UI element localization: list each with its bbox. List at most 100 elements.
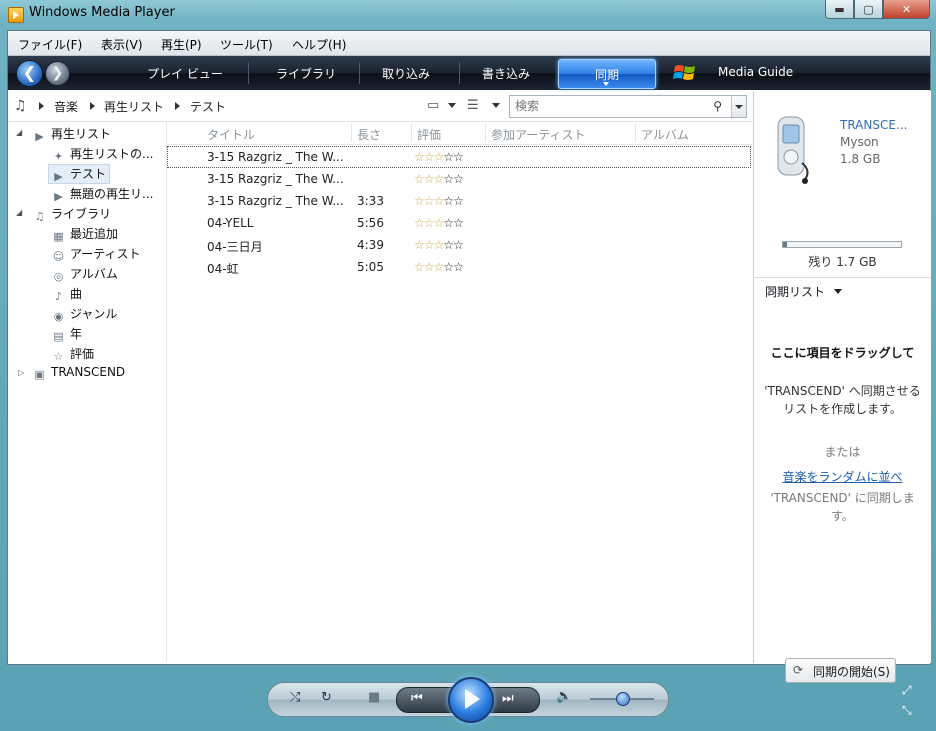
tree-library-year[interactable]: ▤ 年 bbox=[52, 325, 82, 343]
minimize-button[interactable]: ▬ bbox=[825, 0, 854, 19]
device-name[interactable]: TRANSCE... bbox=[840, 118, 907, 132]
layout-options-icon[interactable]: ▭ bbox=[427, 98, 439, 113]
star-icon[interactable]: ☆ bbox=[453, 172, 464, 186]
rating-stars[interactable]: ☆☆☆☆☆ bbox=[414, 260, 464, 274]
tree-library-rating[interactable]: ☆ 評価 bbox=[52, 345, 94, 363]
chevron-down-icon[interactable] bbox=[492, 103, 500, 108]
star-icon[interactable]: ☆ bbox=[443, 238, 454, 252]
switch-to-now-playing-icon[interactable]: ⤢ bbox=[902, 683, 912, 698]
collapse-arrow-icon[interactable]: ◢ bbox=[16, 208, 22, 217]
star-icon[interactable]: ☆ bbox=[424, 238, 435, 252]
expand-arrow-icon[interactable]: ▷ bbox=[18, 368, 24, 377]
column-contributing-artist[interactable]: 参加アーティスト bbox=[491, 126, 586, 143]
table-row[interactable]: 3-15 Razgriz _ The W... 3:33 ☆☆☆☆☆ bbox=[167, 190, 751, 212]
star-icon[interactable]: ☆ bbox=[424, 172, 435, 186]
table-row[interactable]: 04-三日月 4:39 ☆☆☆☆☆ bbox=[167, 234, 751, 256]
chevron-down-icon[interactable] bbox=[448, 103, 456, 108]
column-length[interactable]: 長さ bbox=[357, 126, 381, 143]
tree-library-album[interactable]: ◎ アルバム bbox=[52, 265, 118, 283]
sync-list-header[interactable]: 同期リスト ✕ bbox=[754, 277, 931, 302]
star-icon[interactable]: ☆ bbox=[434, 238, 445, 252]
rating-stars[interactable]: ☆☆☆☆☆ bbox=[414, 194, 464, 208]
star-icon[interactable]: ☆ bbox=[424, 150, 435, 164]
tab-now-playing[interactable]: プレイ ビュー bbox=[147, 65, 223, 82]
menu-tools[interactable]: ツール(T) bbox=[220, 36, 273, 53]
back-button[interactable]: ❮ bbox=[16, 60, 43, 87]
search-input[interactable] bbox=[513, 98, 707, 114]
menu-help[interactable]: ヘルプ(H) bbox=[292, 36, 346, 53]
shuffle-icon[interactable]: ⤭ bbox=[290, 690, 300, 705]
breadcrumb-playlists[interactable]: 再生リスト bbox=[104, 98, 164, 115]
star-icon[interactable]: ☆ bbox=[443, 216, 454, 230]
start-sync-button[interactable]: ⟳ 同期の開始(S) bbox=[785, 658, 896, 683]
tree-library-songs[interactable]: ♪ 曲 bbox=[52, 285, 82, 303]
rating-stars[interactable]: ☆☆☆☆☆ bbox=[414, 238, 464, 252]
view-options-icon[interactable]: ☰ bbox=[467, 98, 479, 113]
breadcrumb-music[interactable]: 音楽 bbox=[54, 98, 78, 115]
star-icon[interactable]: ☆ bbox=[434, 260, 445, 274]
table-row[interactable]: 04-虹 5:05 ☆☆☆☆☆ bbox=[167, 256, 751, 278]
column-divider[interactable] bbox=[485, 124, 486, 142]
tree-library-genre[interactable]: ◉ ジャンル bbox=[52, 305, 118, 323]
star-icon[interactable]: ☆ bbox=[434, 194, 445, 208]
star-icon[interactable]: ☆ bbox=[414, 238, 425, 252]
clear-list-icon[interactable]: ✕ bbox=[765, 281, 923, 300]
next-button[interactable]: ⏭ bbox=[502, 691, 514, 706]
tree-library-recent[interactable]: ▦ 最近追加 bbox=[52, 225, 118, 243]
table-row[interactable]: 3-15 Razgriz _ The W... ☆☆☆☆☆ bbox=[167, 146, 751, 168]
star-icon[interactable]: ☆ bbox=[434, 216, 445, 230]
tree-library[interactable]: ◢ ♫ ライブラリ bbox=[16, 205, 111, 223]
column-divider[interactable] bbox=[351, 124, 352, 142]
star-icon[interactable]: ☆ bbox=[443, 194, 454, 208]
star-icon[interactable]: ☆ bbox=[414, 216, 425, 230]
tree-device[interactable]: ▷ ▣ TRANSCEND bbox=[18, 365, 125, 383]
star-icon[interactable]: ☆ bbox=[453, 216, 464, 230]
column-title[interactable]: タイトル bbox=[207, 126, 255, 143]
star-icon[interactable]: ☆ bbox=[434, 150, 445, 164]
star-icon[interactable]: ☆ bbox=[424, 216, 435, 230]
maximize-button[interactable]: ▢ bbox=[854, 0, 883, 19]
play-button[interactable] bbox=[448, 677, 494, 723]
table-row[interactable]: 3-15 Razgriz _ The W... ☆☆☆☆☆ bbox=[167, 168, 751, 190]
tree-playlist-item-selected[interactable]: ▶ テスト bbox=[48, 164, 111, 184]
title-bar[interactable]: Windows Media Player ▬ ▢ ✕ bbox=[0, 0, 936, 29]
search-icon[interactable]: ⚲ bbox=[713, 99, 722, 113]
rating-stars[interactable]: ☆☆☆☆☆ bbox=[414, 216, 464, 230]
tree-playlist-item[interactable]: ✦ 再生リストの... bbox=[52, 145, 154, 163]
tab-media-guide[interactable]: Media Guide bbox=[718, 65, 793, 79]
rating-stars[interactable]: ☆☆☆☆☆ bbox=[414, 172, 464, 186]
column-divider[interactable] bbox=[411, 124, 412, 142]
star-icon[interactable]: ☆ bbox=[453, 194, 464, 208]
tab-rip[interactable]: 取り込み bbox=[382, 65, 430, 82]
star-icon[interactable]: ☆ bbox=[434, 172, 445, 186]
search-dropdown-button[interactable] bbox=[731, 96, 746, 117]
repeat-icon[interactable]: ↻ bbox=[321, 690, 332, 705]
star-icon[interactable]: ☆ bbox=[414, 194, 425, 208]
star-icon[interactable]: ☆ bbox=[453, 238, 464, 252]
star-icon[interactable]: ☆ bbox=[424, 194, 435, 208]
forward-button[interactable]: ❯ bbox=[45, 61, 70, 86]
collapse-arrow-icon[interactable]: ◢ bbox=[16, 128, 22, 137]
star-icon[interactable]: ☆ bbox=[443, 150, 454, 164]
star-icon[interactable]: ☆ bbox=[414, 150, 425, 164]
star-icon[interactable]: ☆ bbox=[424, 260, 435, 274]
volume-icon[interactable]: 🔈 bbox=[556, 689, 572, 704]
breadcrumb-test[interactable]: テスト bbox=[190, 98, 226, 115]
column-album[interactable]: アルバム bbox=[641, 126, 689, 143]
table-row[interactable]: 04-YELL 5:56 ☆☆☆☆☆ bbox=[167, 212, 751, 234]
star-icon[interactable]: ☆ bbox=[453, 150, 464, 164]
tab-burn[interactable]: 書き込み bbox=[482, 65, 530, 82]
star-icon[interactable]: ☆ bbox=[443, 260, 454, 274]
star-icon[interactable]: ☆ bbox=[443, 172, 454, 186]
column-divider[interactable] bbox=[635, 124, 636, 142]
switch-to-compact-mode-icon[interactable]: ⤡ bbox=[902, 703, 912, 718]
tab-library[interactable]: ライブラリ bbox=[276, 65, 336, 82]
column-rating[interactable]: 評価 bbox=[417, 126, 441, 143]
tree-playlists[interactable]: ◢ ▶ 再生リスト bbox=[16, 125, 111, 143]
tree-playlist-item[interactable]: ▶ 無題の再生リ... bbox=[52, 185, 153, 203]
star-icon[interactable]: ☆ bbox=[453, 260, 464, 274]
close-button[interactable]: ✕ bbox=[883, 0, 930, 19]
rating-stars[interactable]: ☆☆☆☆☆ bbox=[414, 150, 464, 164]
menu-play[interactable]: 再生(P) bbox=[161, 36, 202, 53]
shuffle-music-link[interactable]: 音楽をランダムに並べ bbox=[764, 468, 921, 486]
